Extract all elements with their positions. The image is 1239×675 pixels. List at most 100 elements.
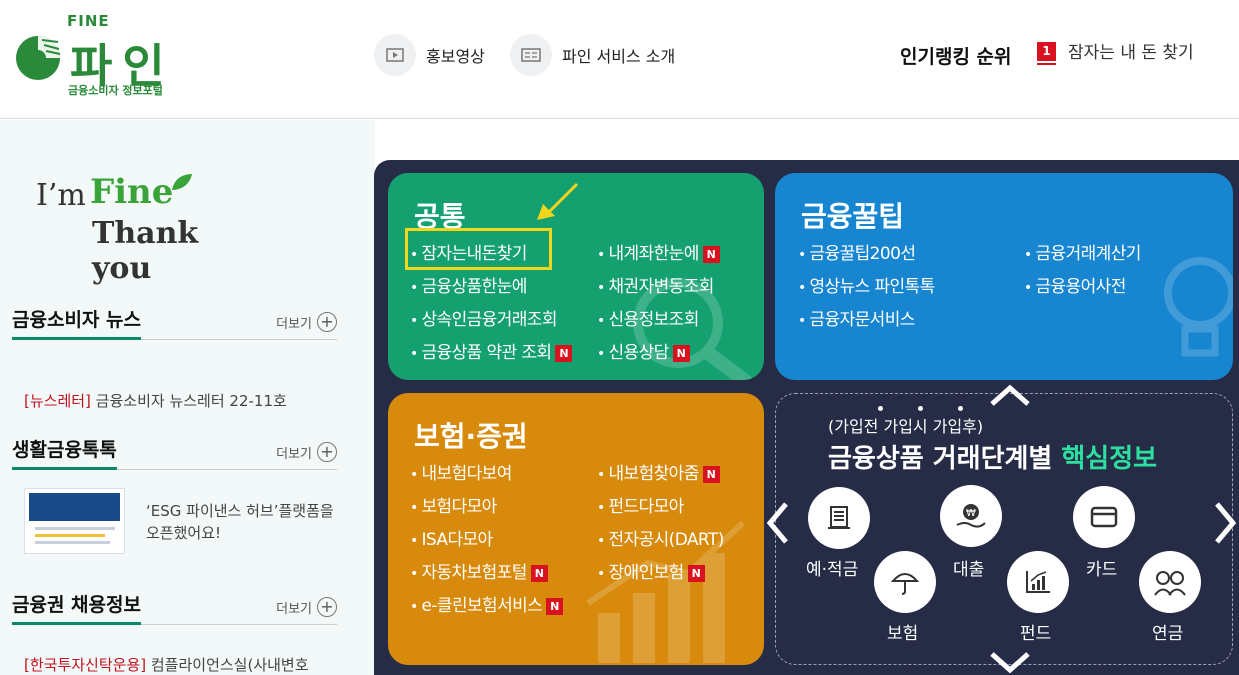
link-dart[interactable]: 전자공시(DART) [597,525,725,550]
link-video-news[interactable]: 영상뉴스 파인톡톡 [798,272,936,297]
jobs-item[interactable]: [한국투자신탁운용] 컴플라이언스실(사내변호 [24,654,309,675]
link-car-insurance-label: 자동차보험포털 [421,563,528,583]
jobs-title: 금융권 채용정보 [12,593,141,625]
insurance-label: 보험 [887,624,919,644]
link-tips-200[interactable]: 금융꿀팁200선 [798,239,916,264]
link-heir-inquiry[interactable]: 상속인금융거래조회 [410,305,558,330]
header: FINE 파인 금융소비자 정보포털 홍보영상 파인 서비스 소개 인기랭킹 순… [0,0,1239,119]
new-badge: N [687,565,705,582]
logo-mark-icon [16,36,61,80]
elderly-couple-icon [1154,571,1186,596]
stage-subtitle: (가입전 가입시 가입후) [828,417,984,436]
passbook-icon [828,506,850,529]
lightbulb-icon [1164,257,1233,357]
news-text: 금융소비자 뉴스레터 22-11호 [90,392,287,410]
link-disability-insurance[interactable]: 장애인보험N [597,558,705,583]
plus-icon: + [317,597,337,617]
service-intro-button[interactable]: 파인 서비스 소개 [510,34,675,76]
credit-card-icon [1090,506,1118,528]
fine-logo[interactable]: FINE 파인 금융소비자 정보포털 [12,12,192,102]
new-badge: N [555,345,573,362]
thumbnail-line [35,527,115,530]
news-tag: [뉴스레터] [24,392,91,410]
link-credit-info[interactable]: 신용정보조회 [597,305,700,330]
link-my-accounts[interactable]: 내계좌한눈에N [597,239,720,264]
insurance-card-title: 보험·증권 [414,420,528,453]
svg-text:₩: ₩ [966,508,976,519]
link-terms-inquiry[interactable]: 금융상품 약관 조회N [410,338,573,363]
chevron-left-icon[interactable] [764,500,790,546]
link-credit-counsel-label: 신용상담 [608,343,670,363]
link-calculator[interactable]: 금융거래계산기 [1024,239,1142,264]
jobs-header: 금융권 채용정보 더보기 + [12,593,337,625]
link-my-accounts-label: 내계좌한눈에 [608,244,700,264]
fund-button[interactable] [1007,551,1069,613]
link-isa-compare[interactable]: ISA다모아 [410,525,494,550]
link-advisory-service[interactable]: 금융자문서비스 [798,305,916,330]
consumer-news-title: 금융소비자 뉴스 [12,308,141,340]
savings-button[interactable] [808,487,870,549]
link-credit-counsel[interactable]: 신용상담N [597,338,690,363]
promo-video-button[interactable]: 홍보영상 [374,34,485,76]
jobs-more-button[interactable]: 더보기 + [276,597,337,617]
more-label: 더보기 [276,601,312,617]
plus-icon: + [317,442,337,462]
bar-chart-icon [1026,571,1050,593]
banner-thank-text: Thank you [92,216,199,286]
link-find-insurance-label: 내보험찾아줌 [608,464,700,484]
chevron-right-icon[interactable] [1213,500,1239,546]
banner-fine-text: Fine [90,172,174,212]
loan-button[interactable]: ₩ [940,485,1002,547]
link-glossary[interactable]: 금융용어사전 [1024,272,1127,297]
umbrella-icon [890,573,920,595]
thumbnail-line [35,534,105,537]
more-label: 더보기 [276,316,312,332]
ranking-item-link[interactable]: 잠자는 내 돈 찾기 [1068,38,1194,63]
pension-label: 연금 [1152,624,1184,644]
link-products-at-glance[interactable]: 금융상품한눈에 [410,272,528,297]
link-eclean-label: e-클린보험서비스 [421,596,543,616]
link-eclean-insurance[interactable]: e-클린보험서비스N [410,591,564,616]
logo-subtitle: 금융소비자 정보포털 [68,84,163,97]
consumer-news-item[interactable]: [뉴스레터] 금융소비자 뉴스레터 22-11호 [24,390,287,411]
promo-video-label: 홍보영상 [426,47,485,66]
life-finance-thumbnail[interactable] [24,488,125,554]
life-finance-title: 생활금융톡톡 [12,438,117,470]
link-car-insurance[interactable]: 자동차보험포털N [410,558,548,583]
chevron-up-icon[interactable] [988,382,1032,408]
insurance-button[interactable] [874,551,936,613]
new-badge: N [672,345,690,362]
pension-button[interactable] [1139,551,1201,613]
life-finance-item[interactable]: ‘ESG 파이낸스 허브’플랫폼을 오픈했어요! [146,500,336,544]
chevron-down-icon[interactable] [988,650,1032,675]
new-badge: N [702,466,720,483]
dot-marker [958,406,963,411]
jobs-text: 컴플라이언스실(사내변호 [146,656,309,674]
stage-title-text: 금융상품 거래단계별 [828,444,1062,474]
card-button[interactable] [1073,486,1135,548]
stage-title-highlight: 핵심정보 [1061,444,1158,474]
arrow-icon [537,182,579,220]
new-badge: N [530,565,548,582]
fund-label: 펀드 [1020,624,1052,644]
jobs-tag: [한국투자신탁운용] [24,656,147,674]
link-fund-compare[interactable]: 펀드다모아 [597,492,685,517]
link-dormant-money[interactable]: 잠자는내돈찾기 [410,239,528,264]
new-badge: N [702,246,720,263]
life-finance-more-button[interactable]: 더보기 + [276,442,337,462]
link-find-insurance[interactable]: 내보험찾아줌N [597,459,720,484]
link-my-insurance[interactable]: 내보험다보여 [410,459,513,484]
tips-card-title: 금융꿀팁 [801,200,905,233]
dot-marker [878,406,883,411]
ranking-number-badge: 1 [1037,42,1056,65]
link-disability-label: 장애인보험 [608,563,685,583]
service-intro-label: 파인 서비스 소개 [562,47,676,66]
link-insurance-compare[interactable]: 보험다모아 [410,492,498,517]
card-label: 카드 [1086,560,1118,580]
link-creditor-change[interactable]: 채권자변동조회 [597,272,715,297]
play-icon [374,34,416,76]
consumer-news-header: 금융소비자 뉴스 더보기 + [12,308,337,340]
consumer-news-more-button[interactable]: 더보기 + [276,312,337,332]
dot-marker [918,406,923,411]
ranking-title: 인기랭킹 순위 [900,46,1012,68]
